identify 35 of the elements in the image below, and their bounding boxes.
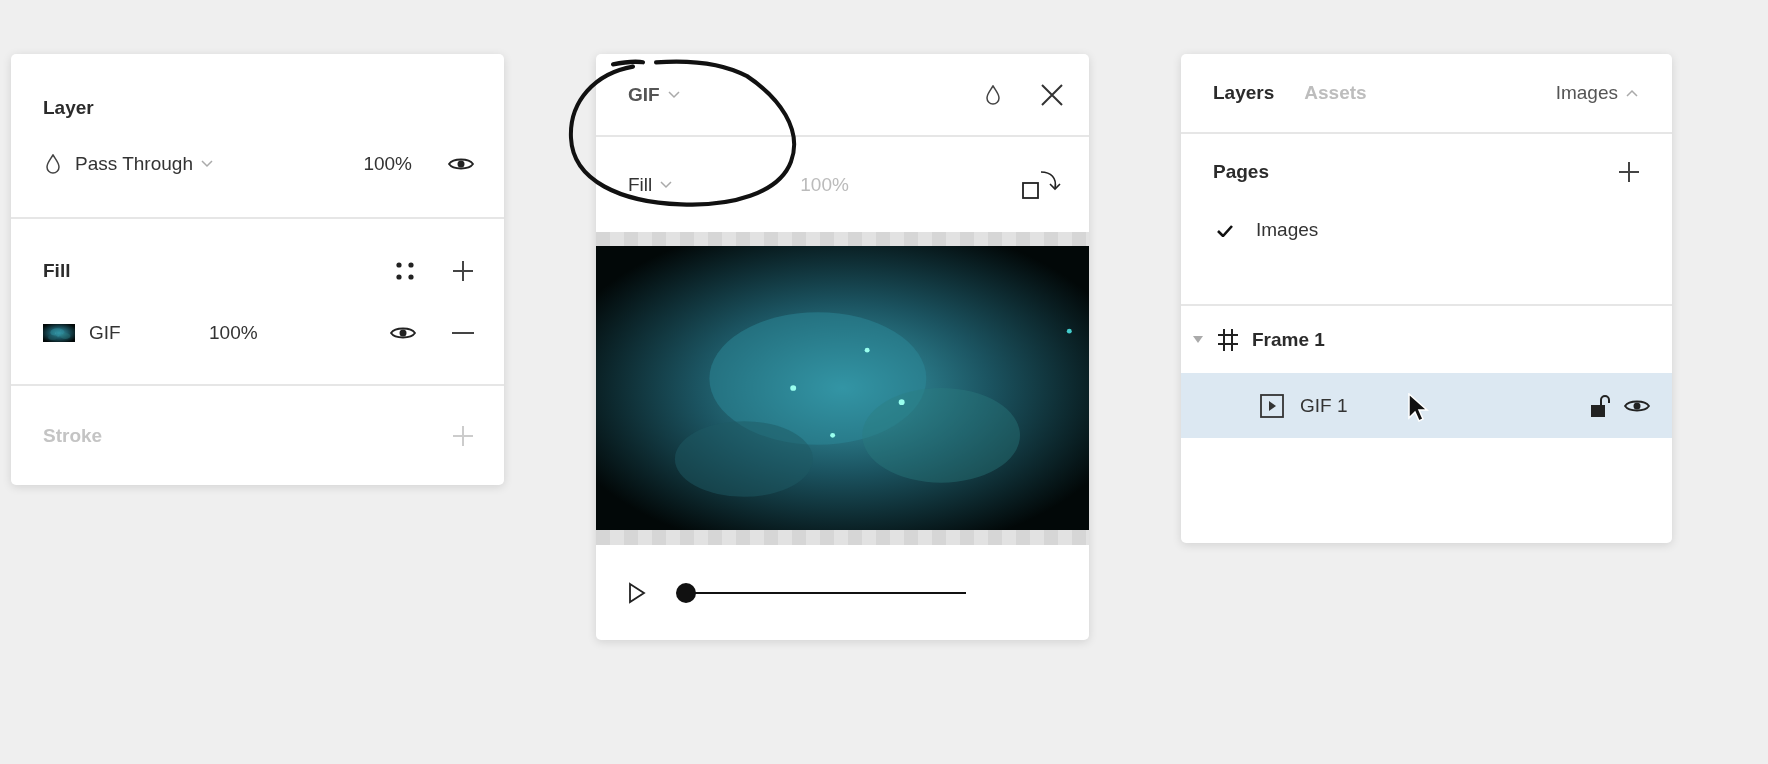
close-icon[interactable] xyxy=(1041,83,1063,106)
chevron-icon xyxy=(200,159,213,168)
opacity-value: 100% xyxy=(209,321,258,344)
check-icon xyxy=(1217,223,1233,237)
chevron-icon xyxy=(667,90,680,99)
blend-mode-dropdown[interactable]: Pass Through xyxy=(75,152,213,175)
drop-icon xyxy=(985,84,1001,105)
section-title: Layer xyxy=(43,96,94,119)
type-dropdown[interactable]: GIF xyxy=(628,83,680,106)
page-item[interactable]: Images xyxy=(1181,202,1672,258)
fill-label: GIF xyxy=(89,321,122,344)
layer-row[interactable]: Frame 1 xyxy=(1181,306,1672,373)
slider-thumb[interactable] xyxy=(676,582,696,603)
opacity-value: 100% xyxy=(363,152,412,175)
play-frame-icon xyxy=(1260,393,1284,418)
cursor-icon xyxy=(1407,393,1429,423)
rotate-icon[interactable] xyxy=(1021,168,1061,201)
unlock-icon[interactable] xyxy=(1590,393,1612,418)
drop-icon xyxy=(45,153,61,174)
grid-dots-icon[interactable] xyxy=(396,261,414,280)
opacity-value: 100% xyxy=(800,173,849,196)
chevron-icon xyxy=(1626,89,1638,97)
section-title: Stroke xyxy=(43,424,103,447)
chevron-icon xyxy=(660,180,673,189)
frame-hash-icon xyxy=(1217,327,1239,352)
minus-icon[interactable] xyxy=(452,330,474,335)
section-title: Pages xyxy=(1213,161,1269,183)
plus-icon[interactable] xyxy=(1618,161,1640,183)
section-title: Fill xyxy=(43,259,71,282)
fit-dropdown[interactable]: Fill xyxy=(628,173,673,196)
layer-row[interactable]: GIF 1 xyxy=(1181,373,1672,438)
page-dropdown[interactable]: Images xyxy=(1555,82,1638,104)
plus-icon[interactable] xyxy=(452,259,474,282)
play-icon[interactable] xyxy=(628,581,646,604)
panel-tab[interactable]: Layers xyxy=(1213,82,1275,104)
